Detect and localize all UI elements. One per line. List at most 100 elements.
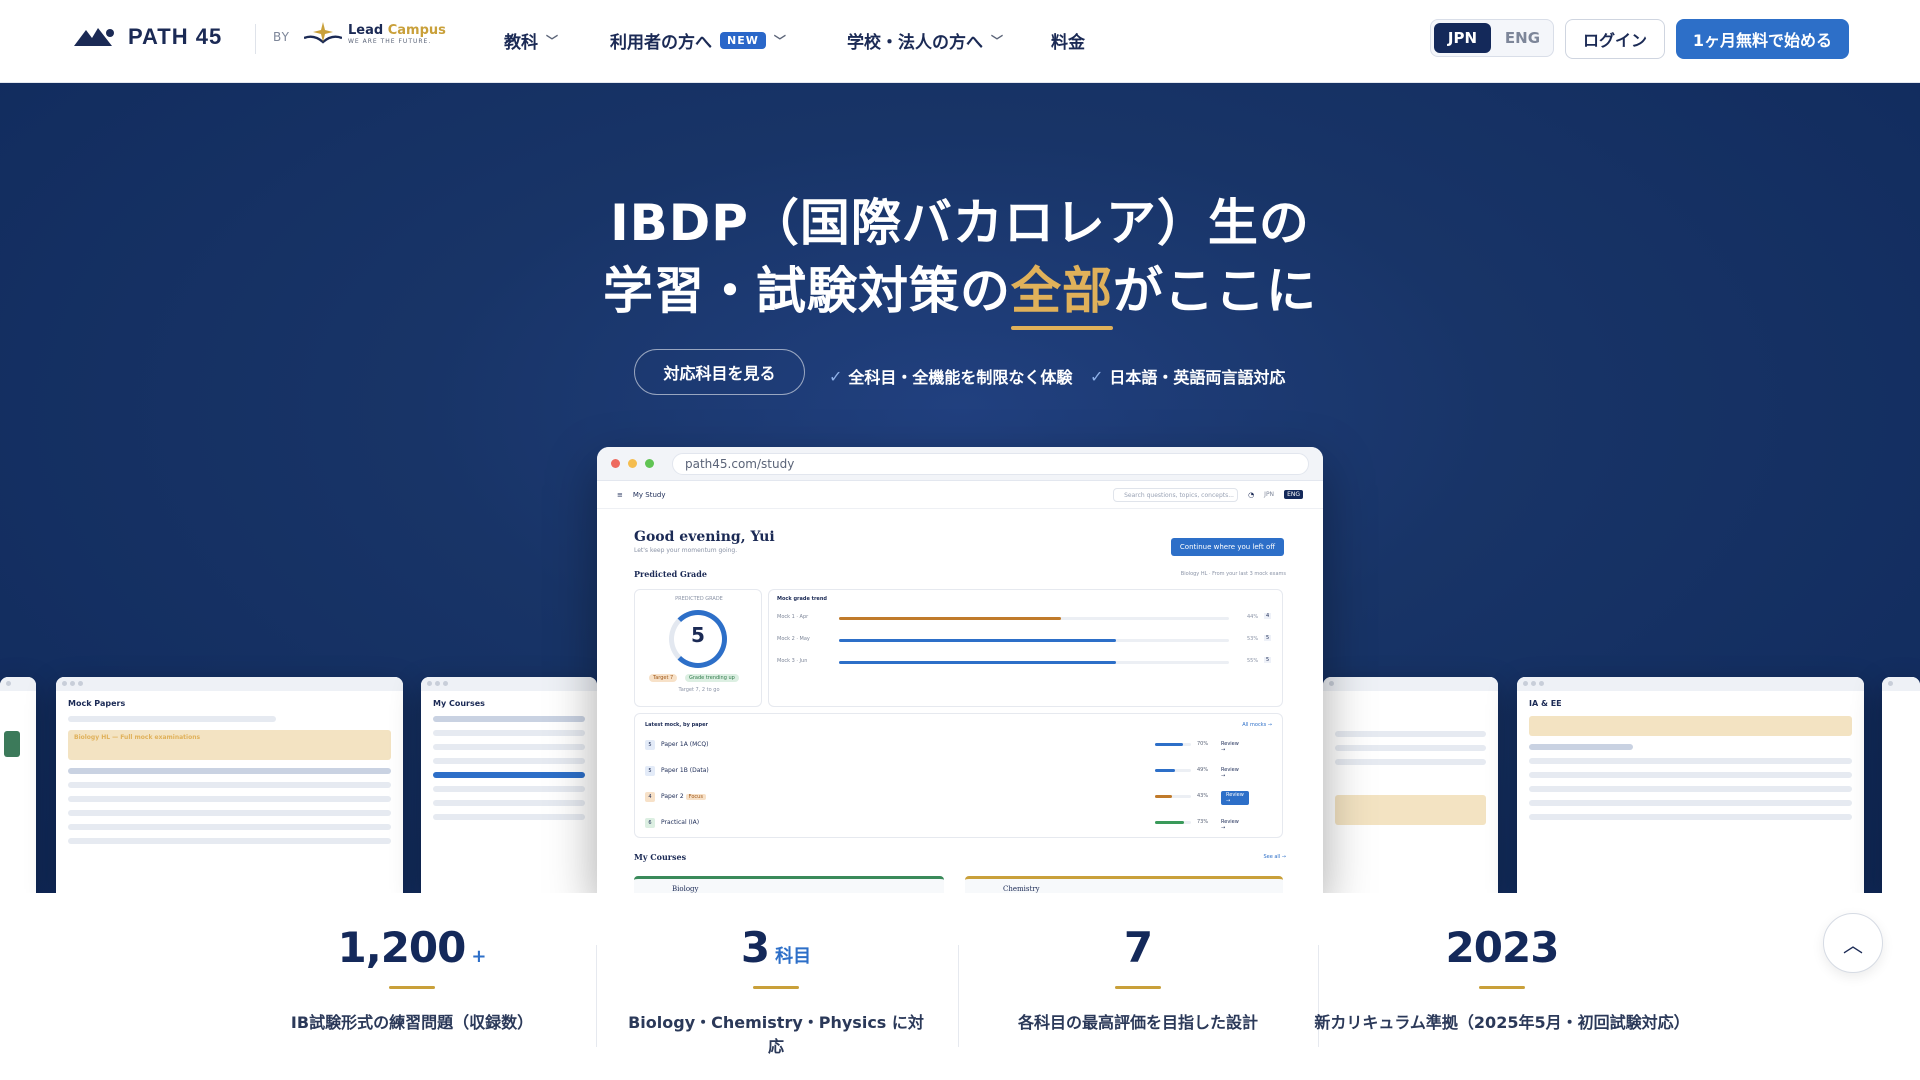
stat-subjects: 3 科目 Biology・Chemistry・Physics に対応 (626, 923, 926, 1057)
my-courses-heading: My Courses (634, 852, 687, 862)
preview-screen-mock-papers: Mock Papers Biology HL — Full mock exami… (56, 677, 403, 893)
paper-track (1155, 769, 1191, 772)
preview-screen-notes (1323, 677, 1498, 893)
paper-row: 6 Practical (IA) 73% Review → (645, 816, 1239, 832)
ia-ee-title: IA & EE (1529, 699, 1562, 708)
course-biology-label: Biology (672, 885, 699, 893)
hero-title-post: がここに (1113, 262, 1317, 320)
nav-pricing[interactable]: 料金 (1051, 28, 1085, 53)
chevron-down-icon: ﹀ (991, 34, 1004, 48)
course-chemistry-label: Chemistry (1003, 885, 1040, 893)
paper-pct: 43% (1197, 793, 1209, 799)
menu-icon: ≡ (617, 490, 623, 499)
trend-row-label: Mock 3 · Jun (777, 658, 808, 664)
brand-name: PATH 45 (128, 24, 223, 49)
paper-pct: 49% (1197, 767, 1209, 773)
browser-chrome: path45.com/study (597, 447, 1323, 481)
stat-subjects-caption: Biology・Chemistry・Physics に対応 (628, 1013, 924, 1056)
paper-review-button: Review → (1221, 791, 1249, 805)
latest-title: Latest mock, by paper (645, 722, 708, 728)
mock-banner-label: Biology HL — Full mock examinations (74, 734, 201, 741)
by-label: BY (273, 30, 290, 44)
feature-check-2: ✓ 日本語・英語両言語対応 (1090, 364, 1285, 388)
scroll-to-top-button[interactable]: ︿ (1823, 913, 1883, 973)
partner-name-1: Lead (348, 23, 384, 38)
preview-screen-edge-right (1882, 677, 1920, 893)
paper-name: Practical (IA) (661, 819, 699, 826)
paper-row: 5 Paper 1B (Data) 49% Review → (645, 764, 1239, 780)
view-subjects-button[interactable]: 対応科目を見る (634, 349, 805, 395)
mock-trend-card: Mock grade trend Mock 1 · Apr 44% 4 Mock 2 … (768, 589, 1283, 707)
lang-eng-button[interactable]: ENG (1495, 29, 1550, 47)
header-divider (255, 24, 256, 54)
stat-divider (958, 945, 959, 1047)
greeting: Good evening, Yui (634, 529, 775, 545)
partner-name-2: Campus (387, 23, 446, 38)
app-preview-window: path45.com/study ≡ My Study Search quest… (597, 447, 1323, 893)
paper-track (1155, 743, 1191, 746)
nav-subjects-label: 教科 (504, 33, 538, 53)
mock-papers-title: Mock Papers (68, 699, 126, 708)
paper-pct: 70% (1197, 741, 1209, 747)
stat-questions-caption: IB試験形式の練習問題（収録数） (290, 1013, 534, 1032)
trend-grade: 5 (1264, 635, 1272, 641)
pg-card-label: PREDICTED GRADE (675, 596, 723, 602)
stat-subjects-suffix: 科目 (775, 946, 812, 967)
site-header: PATH 45 BY Lead Campus WE ARE THE FUTURE… (0, 0, 1920, 83)
trend-track (839, 661, 1229, 664)
gold-underline (389, 986, 435, 989)
nav-pricing-label: 料金 (1051, 33, 1085, 53)
stat-grade-number: 7 (1123, 923, 1153, 972)
trend-row-label: Mock 1 · Apr (777, 614, 809, 620)
feature-check-1-label: 全科目・全機能を制限なく体験 (848, 368, 1073, 387)
chevron-down-icon: ﹀ (773, 34, 786, 48)
paper-name: Paper 2 Focus (661, 793, 706, 800)
partner-tagline: WE ARE THE FUTURE. (348, 38, 432, 45)
trend-pct: 44% (1247, 614, 1259, 620)
nav-users-label: 利用者の方へ (610, 33, 712, 53)
trend-row: Mock 3 · Jun 55% 5 (777, 657, 1272, 668)
gold-underline (1479, 986, 1525, 989)
brand-logo[interactable]: PATH 45 (72, 24, 222, 50)
paper-name-text: Paper 2 (661, 793, 684, 800)
chevron-down-icon: ﹀ (546, 34, 559, 48)
lang-jpn-button[interactable]: JPN (1434, 23, 1491, 53)
paper-row: 4 Paper 2 Focus 43% Review → (645, 790, 1249, 806)
stat-divider (596, 945, 597, 1047)
paper-grade: 6 (645, 818, 655, 828)
app-lang-jp: JPN (1264, 491, 1275, 498)
paper-track (1155, 821, 1191, 824)
paper-track (1155, 795, 1191, 798)
paper-name: Paper 1B (Data) (661, 767, 709, 774)
address-bar: path45.com/study (672, 452, 1309, 475)
stats-section: 1,200 + IB試験形式の練習問題（収録数） 3 科目 Biology・Chem… (0, 893, 1920, 1080)
path45-logo-icon (74, 28, 114, 46)
predicted-grade-card: PREDICTED GRADE 5 Target 7 Grade trendin… (634, 589, 762, 707)
preview-screen-ia-ee: IA & EE (1517, 677, 1864, 893)
paper-row: 5 Paper 1A (MCQ) 70% Review → (645, 738, 1239, 754)
trend-bar (839, 639, 1116, 642)
paper-bar (1155, 769, 1175, 772)
lead-campus-logo[interactable]: Lead Campus WE ARE THE FUTURE. (304, 22, 446, 46)
paper-name-text: Paper 1A (MCQ) (661, 741, 709, 748)
nav-schools[interactable]: 学校・法人の方へ ﹀ (847, 28, 1003, 53)
free-trial-button[interactable]: 1ヶ月無料で始める (1676, 19, 1849, 59)
gold-underline (753, 986, 799, 989)
focus-tag: Focus (685, 794, 706, 800)
login-button[interactable]: ログイン (1565, 19, 1665, 59)
stat-curriculum-number: 2023 (1445, 923, 1560, 972)
paper-name: Paper 1A (MCQ) (661, 741, 709, 748)
hero-title-highlight: 全部 (1011, 262, 1113, 320)
nav-users[interactable]: 利用者の方へ NEW ﹀ (610, 28, 786, 53)
paper-review-button: Review → (1221, 741, 1239, 753)
continue-button: Continue where you left off (1171, 538, 1284, 556)
paper-grade: 5 (645, 766, 655, 776)
nav-subjects[interactable]: 教科 ﹀ (504, 28, 558, 53)
app-lang-en: ENG (1284, 490, 1303, 499)
app-search-input: Search questions, topics, concepts... (1113, 487, 1239, 502)
maximize-dot-icon (645, 459, 654, 468)
my-courses-title: My Courses (433, 699, 485, 708)
trend-track (839, 617, 1229, 620)
trend-track (839, 639, 1229, 642)
lead-campus-icon (304, 22, 342, 44)
